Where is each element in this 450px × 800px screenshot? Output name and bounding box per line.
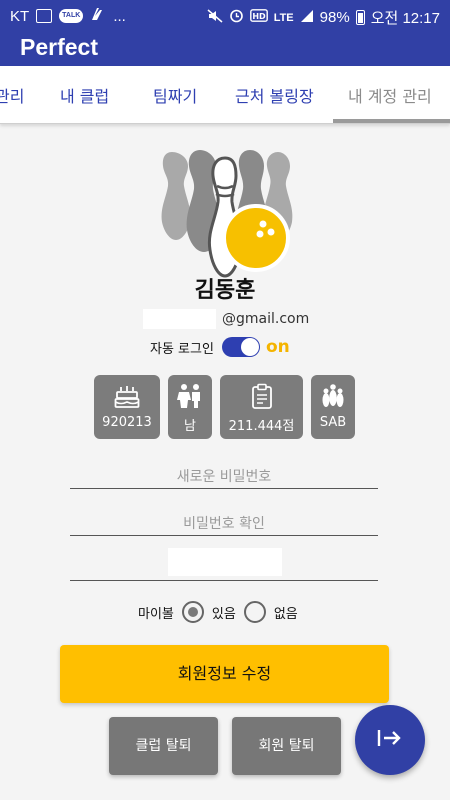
- gender-tile: 남: [168, 375, 212, 439]
- my-ball-label: 마이볼: [138, 606, 174, 622]
- hd-voice-icon: HD: [249, 9, 268, 26]
- confirm-password-underline: [70, 535, 378, 536]
- leave-club-button[interactable]: 클럽 탈퇴: [109, 717, 218, 775]
- average-score-tile: 211.444점: [220, 375, 303, 439]
- confirm-password-input[interactable]: 비밀번호 확인: [70, 513, 378, 533]
- birthdate-value: 920213: [102, 415, 152, 430]
- withdraw-membership-button[interactable]: 회원 탈퇴: [232, 717, 341, 775]
- mute-icon: [207, 8, 223, 27]
- network-type-label: LTE: [273, 11, 294, 24]
- profile-bowling-logo: [150, 142, 300, 288]
- gender-value: 남: [184, 419, 196, 434]
- auto-login-label: 자동 로그인: [150, 341, 214, 357]
- my-ball-yes-radio[interactable]: [181, 601, 204, 623]
- tab-manage[interactable]: 관리: [0, 83, 24, 107]
- third-input-underline: [70, 580, 378, 581]
- third-input-field[interactable]: [168, 548, 282, 576]
- tab-bar: 관리 내 클럽 팀짜기 근처 볼링장 내 계정 관리: [0, 66, 450, 124]
- email-row: @gmail.com: [143, 308, 309, 330]
- my-ball-yes-label: 있음: [211, 606, 236, 622]
- my-ball-row: 마이볼 있음 없음: [138, 599, 298, 625]
- app-bar: Perfect: [0, 32, 450, 66]
- clipboard-icon: [220, 383, 303, 409]
- auto-login-row: 자동 로그인 on: [150, 336, 290, 358]
- my-ball-no-label: 없음: [273, 606, 298, 622]
- cake-icon: [94, 383, 160, 409]
- grade-value: SAB: [319, 415, 347, 430]
- image-notification-icon: [36, 9, 53, 23]
- logout-arrow-icon: [377, 727, 403, 753]
- signal-strength-icon: [300, 9, 314, 27]
- switch-knob: [240, 338, 259, 356]
- tab-indicator: [333, 119, 450, 123]
- bowling-pins-icon: [311, 383, 355, 409]
- email-redaction: [143, 309, 216, 329]
- gender-icon: [168, 383, 212, 409]
- birthdate-tile: 920213: [94, 375, 160, 439]
- email-domain: @gmail.com: [222, 311, 310, 327]
- new-password-underline: [70, 488, 378, 489]
- tab-nearby-alleys[interactable]: 근처 볼링장: [235, 83, 314, 107]
- tab-team-builder[interactable]: 팀짜기: [153, 83, 197, 107]
- status-bar: KT TALK ... HD LTE 98% 오전 12:17: [0, 0, 450, 32]
- battery-percent: 98%: [319, 9, 350, 26]
- battery-icon: [355, 10, 365, 25]
- svg-text:HD: HD: [252, 12, 266, 21]
- profile-name: 김동훈: [194, 278, 256, 303]
- tab-my-club[interactable]: 내 클럽: [60, 83, 109, 107]
- tab-account[interactable]: 내 계정 관리: [348, 83, 432, 107]
- my-ball-no-radio[interactable]: [243, 601, 266, 623]
- logout-fab[interactable]: [355, 705, 425, 775]
- kakaotalk-notification-icon: TALK: [59, 9, 84, 23]
- alarm-icon: [229, 8, 244, 27]
- app-title: Perfect: [20, 34, 98, 60]
- more-notifications-indicator: ...: [113, 7, 126, 25]
- update-profile-button[interactable]: 회원정보 수정: [60, 645, 389, 703]
- average-score-value: 211.444점: [228, 419, 295, 434]
- grade-tile: SAB: [311, 375, 355, 439]
- clock: 오전 12:17: [370, 10, 440, 27]
- notification-app-icon: [90, 7, 106, 25]
- auto-login-state: on: [265, 337, 290, 357]
- auto-login-switch[interactable]: [221, 337, 260, 357]
- carrier-label: KT: [10, 7, 30, 25]
- new-password-input[interactable]: 새로운 비밀번호: [70, 466, 378, 486]
